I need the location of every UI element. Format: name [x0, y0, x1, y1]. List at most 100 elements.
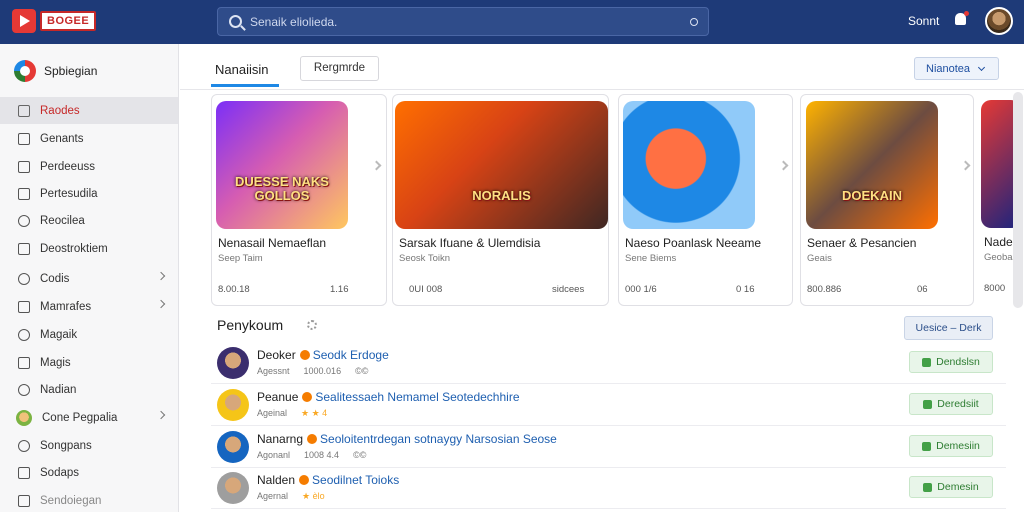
thumbnail-art-text: DUESSE NAKS GOLLOS: [235, 174, 329, 203]
row-name: Nanarng: [257, 432, 304, 446]
search-bar[interactable]: [217, 7, 709, 36]
avatar[interactable]: [217, 389, 249, 421]
sidebar-item[interactable]: Mamrafes: [0, 293, 178, 320]
row-link[interactable]: Seodilnet Toioks: [312, 473, 399, 487]
game-card[interactable]: Nade Geobas 8000: [978, 94, 1021, 306]
top-bar: BOGEE Sonnt: [0, 0, 1024, 44]
sidebar-item[interactable]: Sodaps: [0, 459, 178, 486]
tab-primary[interactable]: Nanaiisin: [211, 55, 279, 87]
card-subtitle: Seep Taim: [218, 253, 263, 264]
avatar[interactable]: [217, 431, 249, 463]
download-button-label: Dendslsn: [936, 356, 980, 368]
download-icon: [922, 357, 932, 367]
sidebar-item[interactable]: Nadian: [0, 376, 178, 403]
sidebar-item[interactable]: Codis: [0, 265, 178, 292]
game-thumbnail[interactable]: DOEKAIN: [806, 101, 938, 229]
sidebar-item[interactable]: Pertesudila: [0, 180, 178, 207]
book-icon: [18, 300, 30, 313]
user-avatar[interactable]: [985, 7, 1013, 35]
sidebar-item[interactable]: Songpans: [0, 432, 178, 459]
brand-icon: [14, 60, 36, 82]
list-row[interactable]: Nanarng Seoloitentrdegan sotnaygy Narsosi…: [211, 426, 1006, 468]
row-link[interactable]: Seodk Erdoge: [313, 348, 389, 362]
card-subtitle: Seosk Toikn: [399, 253, 451, 264]
sidebar-item[interactable]: Magaik: [0, 321, 178, 348]
card-stat-right: 0 16: [736, 284, 755, 295]
chevron-right-icon: [156, 271, 166, 281]
card-title: Nenasail Nemaeflan: [218, 236, 327, 250]
table-icon: [18, 187, 30, 200]
divider: [180, 89, 1024, 90]
game-thumbnail[interactable]: [623, 101, 755, 229]
sidebar-item[interactable]: Perdeeuss: [0, 153, 178, 180]
row-name: Peanue: [257, 390, 299, 404]
gear-icon: [18, 214, 30, 227]
app-logo[interactable]: BOGEE: [12, 8, 104, 34]
voice-search-icon[interactable]: [690, 18, 698, 26]
row-meta-right: ©©: [355, 366, 369, 376]
sidebar-item-label: Nadian: [40, 383, 77, 396]
sidebar-item-label: Pertesudila: [40, 187, 98, 200]
list-row[interactable]: Nalden Seodilnet Toioks Agernal ★ èlo Demesi…: [211, 467, 1006, 509]
sidebar-item[interactable]: Deostroktiem: [0, 235, 178, 262]
chat-icon: [18, 272, 30, 285]
tab-secondary[interactable]: Rergmrde: [300, 56, 379, 81]
download-icon: [922, 441, 932, 451]
sidebar-item[interactable]: Reocilea: [0, 207, 178, 234]
sidebar-item-label: Perdeeuss: [40, 160, 95, 173]
list-row[interactable]: Peanue Sealitessaeh Nemamel Seotedechhire…: [211, 384, 1006, 426]
game-card[interactable]: DOEKAIN Senaer & Pesancien Geais 800.886 06: [800, 94, 974, 306]
card-stat-left: 8.00.18: [218, 284, 250, 295]
row-link[interactable]: Sealitessaeh Nemamel Seotedechhire: [315, 390, 519, 404]
section-title: Penykoum: [217, 317, 284, 333]
sidebar-brand-label: Spbiegian: [44, 64, 98, 78]
download-button[interactable]: Deredsiit: [909, 393, 993, 415]
bag-icon: [18, 242, 30, 255]
game-card[interactable]: NORALIS Sarsak Ifuane & Ulemdisia Seosk To…: [392, 94, 609, 306]
list-row[interactable]: Deoker Seodk Erdoge Agessnt 1000.016 ©© Dends…: [211, 342, 1006, 384]
download-icon: [923, 482, 933, 492]
row-meta-mid: ★ ★ 4: [301, 408, 328, 418]
card-subtitle: Sene Biems: [625, 253, 677, 264]
row-meta-mid: 1008 4.4: [304, 450, 340, 460]
row-title: Nanarng Seoloitentrdegan sotnaygy Narsosi…: [257, 432, 557, 446]
signin-link[interactable]: Sonnt: [908, 14, 939, 28]
sidebar-item[interactable]: Magis: [0, 349, 178, 376]
download-icon: [923, 399, 933, 409]
download-button[interactable]: Demesiin: [909, 435, 993, 457]
game-card[interactable]: DUESSE NAKS GOLLOS Nenasail Nemaeflan Seep…: [211, 94, 387, 306]
sort-button[interactable]: Uesice – Derk: [904, 316, 993, 340]
chevron-right-icon: [156, 410, 166, 420]
carousel-scrollbar[interactable]: [1013, 92, 1023, 308]
download-button[interactable]: Demesin: [909, 476, 993, 498]
sidebar-item[interactable]: Raodes: [0, 97, 178, 124]
sidebar-item[interactable]: Sendoiegan: [0, 487, 178, 514]
game-thumbnail[interactable]: DUESSE NAKS GOLLOS: [216, 101, 348, 229]
search-input[interactable]: [250, 14, 670, 29]
card-stat-left: 000 1/6: [625, 284, 657, 295]
row-title: Deoker Seodk Erdoge: [257, 348, 389, 362]
row-meta-right: ©©: [353, 450, 367, 460]
list-icon: [18, 466, 30, 479]
game-thumbnail[interactable]: NORALIS: [395, 101, 608, 229]
row-meta: Agernal ★ èlo: [257, 491, 353, 502]
card-stat-left: 800.886: [807, 284, 842, 295]
grid-icon: [18, 494, 30, 507]
sidebar-brand[interactable]: Spbiegian: [14, 60, 97, 82]
filter-dropdown[interactable]: Nianotea: [914, 57, 999, 80]
avatar[interactable]: [217, 472, 249, 504]
logo-text: BOGEE: [40, 11, 97, 31]
card-stat-right: 06: [917, 284, 928, 295]
sidebar-item-label: Codis: [40, 272, 70, 285]
sidebar-item[interactable]: Genants: [0, 125, 178, 152]
sidebar-item[interactable]: Cone Pegpalia: [0, 404, 178, 431]
row-link[interactable]: Seoloitentrdegan sotnaygy Narsosian Seos…: [320, 432, 557, 446]
sidebar-item-label: Sodaps: [40, 466, 80, 479]
verified-badge-icon: [299, 475, 310, 485]
download-button[interactable]: Dendslsn: [909, 351, 993, 373]
thumbnail-art-text: DOEKAIN: [842, 188, 902, 203]
game-card[interactable]: Naeso Poanlask Neeame Sene Biems 000 1/6 0 …: [618, 94, 793, 306]
filter-label: Nianotea: [926, 62, 971, 75]
avatar[interactable]: [217, 347, 249, 379]
gear-icon[interactable]: [307, 320, 317, 330]
